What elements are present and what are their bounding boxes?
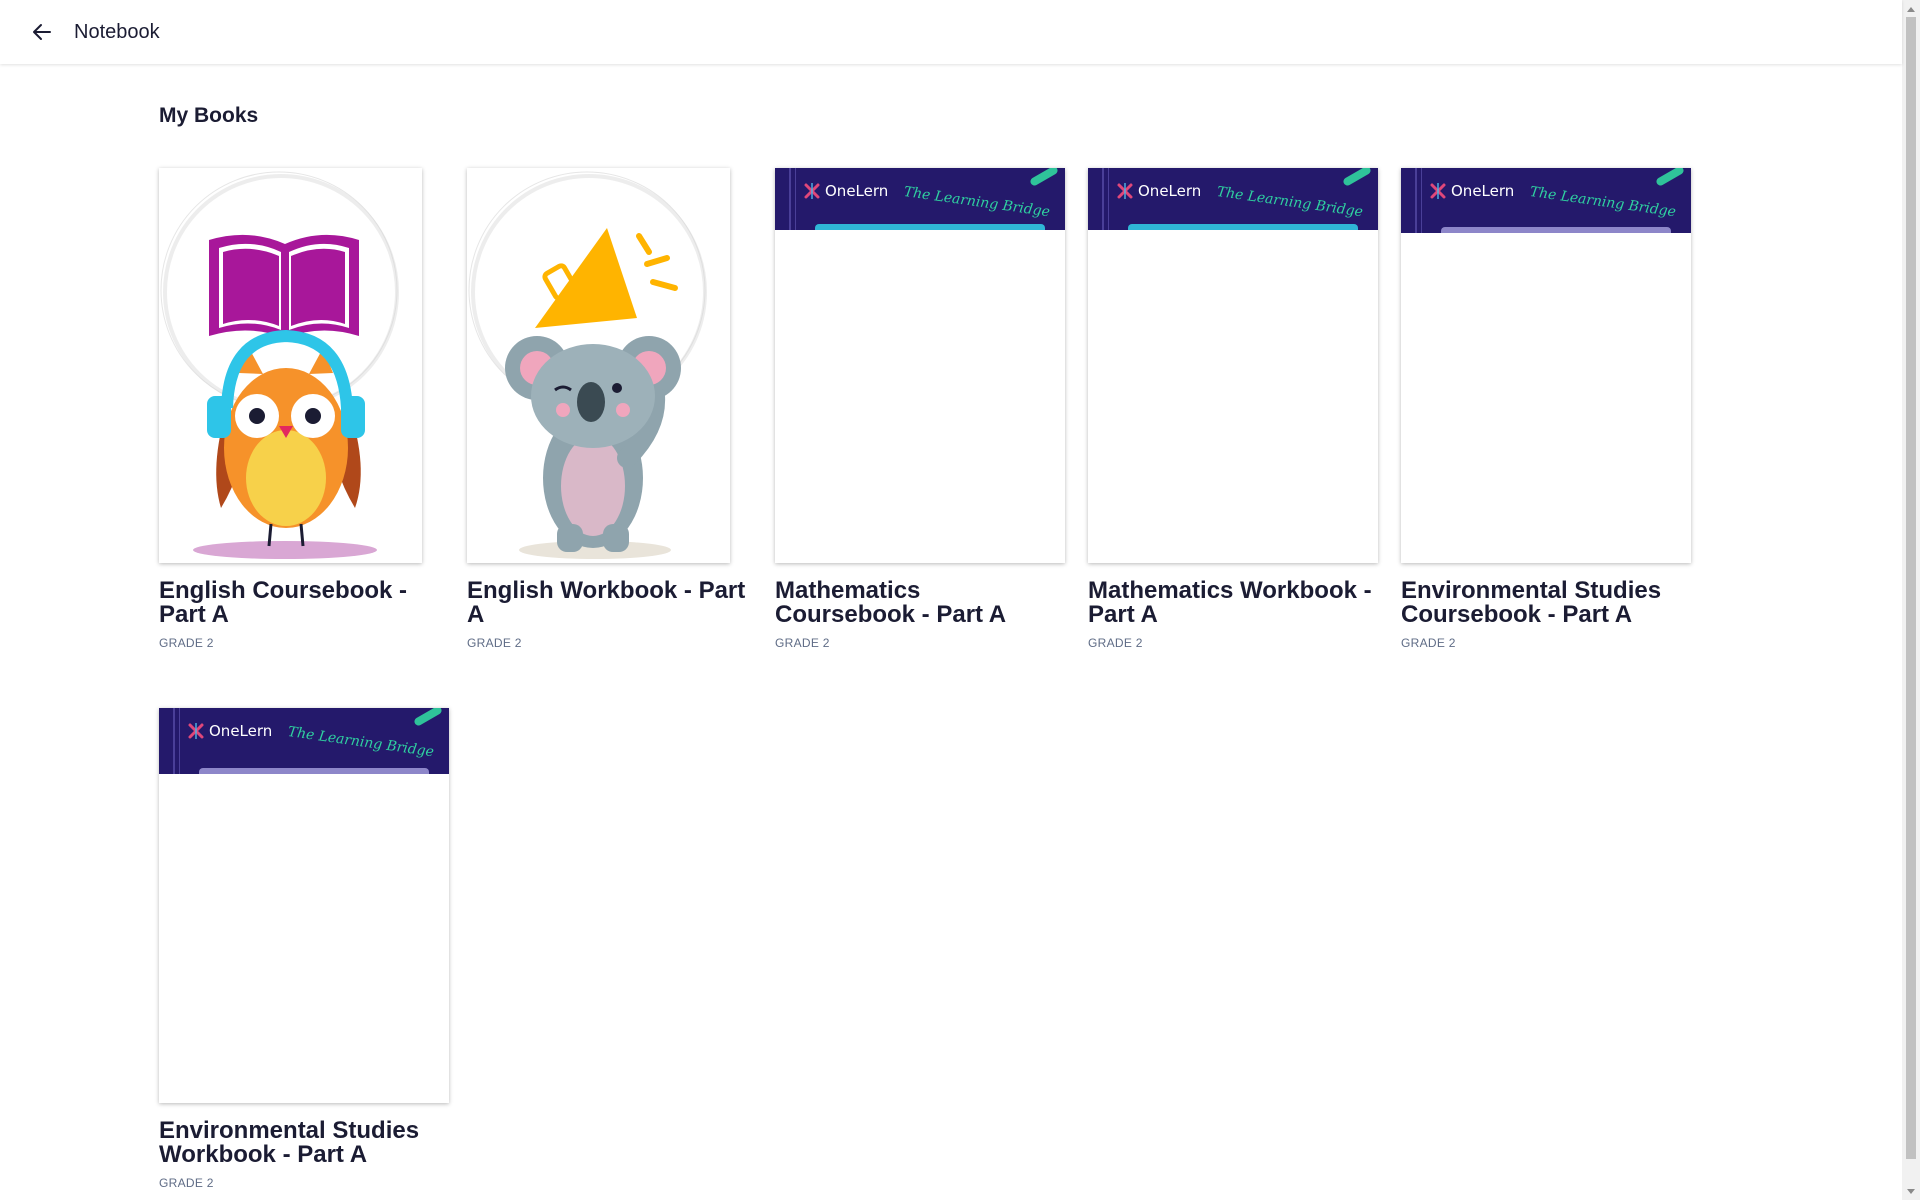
- book-card[interactable]: OneLern The Learning Bridge Mathematics …: [1088, 168, 1378, 650]
- book-card[interactable]: English Coursebook - Part A GRADE 2: [159, 168, 422, 650]
- book-title[interactable]: Mathematics Workbook - Part A: [1088, 579, 1378, 627]
- onelern-logo: OneLern: [1116, 182, 1201, 200]
- scroll-up-arrow-icon[interactable]: [1902, 0, 1920, 17]
- tagline: The Learning Bridge: [286, 724, 435, 761]
- arrow-left-icon: [33, 24, 51, 40]
- section-title: My Books: [159, 104, 259, 127]
- pencil-icon: [413, 708, 443, 727]
- onelern-logo: OneLern: [803, 182, 888, 200]
- book-card[interactable]: OneLern The Learning Bridge Environmenta…: [159, 708, 449, 1190]
- logo-text: OneLern: [825, 182, 889, 200]
- vertical-scrollbar[interactable]: [1902, 0, 1920, 1200]
- book-cover[interactable]: OneLern The Learning Bridge: [1401, 168, 1691, 563]
- pencil-icon: [1655, 168, 1685, 187]
- book-cover[interactable]: OneLern The Learning Bridge: [775, 168, 1065, 563]
- book-grade: GRADE 2: [159, 1176, 214, 1190]
- book-title[interactable]: English Workbook - Part A: [467, 579, 757, 627]
- tagline: The Learning Bridge: [1215, 184, 1364, 221]
- logo-text: OneLern: [209, 722, 273, 740]
- tagline: The Learning Bridge: [902, 184, 1051, 221]
- book-cover[interactable]: [467, 168, 730, 563]
- pencil-icon: [1342, 168, 1372, 187]
- book-cover[interactable]: OneLern The Learning Bridge: [1088, 168, 1378, 563]
- onelern-logo: OneLern: [187, 722, 272, 740]
- onelern-banner: OneLern The Learning Bridge: [1088, 168, 1378, 230]
- app-header: Notebook: [0, 0, 1902, 64]
- book-cover[interactable]: [159, 168, 422, 563]
- onelern-logo-icon: [188, 723, 204, 739]
- onelern-logo: OneLern: [1429, 182, 1514, 200]
- onelern-banner: OneLern The Learning Bridge: [159, 708, 449, 774]
- pencil-icon: [1029, 168, 1059, 187]
- book-title[interactable]: Environmental Studies Coursebook - Part …: [1401, 579, 1691, 627]
- tagline: The Learning Bridge: [1528, 184, 1677, 221]
- logo-text: OneLern: [1451, 182, 1515, 200]
- onelern-logo-icon: [1117, 183, 1133, 199]
- header-title: Notebook: [74, 20, 160, 43]
- logo-text: OneLern: [1138, 182, 1202, 200]
- book-title[interactable]: Environmental Studies Workbook - Part A: [159, 1119, 449, 1167]
- book-grade: GRADE 2: [1088, 636, 1143, 650]
- book-card[interactable]: English Workbook - Part A GRADE 2: [467, 168, 757, 650]
- scroll-down-arrow-icon[interactable]: [1902, 1183, 1920, 1200]
- book-grade: GRADE 2: [159, 636, 214, 650]
- onelern-logo-icon: [804, 183, 820, 199]
- book-grade: GRADE 2: [467, 636, 522, 650]
- onelern-banner: OneLern The Learning Bridge: [775, 168, 1065, 230]
- book-title[interactable]: English Coursebook - Part A: [159, 579, 422, 627]
- owl-reading-illustration: [160, 171, 399, 559]
- onelern-banner: OneLern The Learning Bridge: [1401, 168, 1691, 233]
- book-title[interactable]: Mathematics Coursebook - Part A: [775, 579, 1065, 627]
- book-card[interactable]: OneLern The Learning Bridge Environmenta…: [1401, 168, 1691, 650]
- book-grade: GRADE 2: [775, 636, 830, 650]
- onelern-logo-icon: [1430, 183, 1446, 199]
- back-button[interactable]: [30, 20, 54, 44]
- scrollbar-thumb[interactable]: [1906, 17, 1916, 1159]
- koala-megaphone-illustration: [468, 171, 707, 559]
- book-grade: GRADE 2: [1401, 636, 1456, 650]
- book-cover[interactable]: OneLern The Learning Bridge: [159, 708, 449, 1103]
- book-card[interactable]: OneLern The Learning Bridge Mathematics …: [775, 168, 1065, 650]
